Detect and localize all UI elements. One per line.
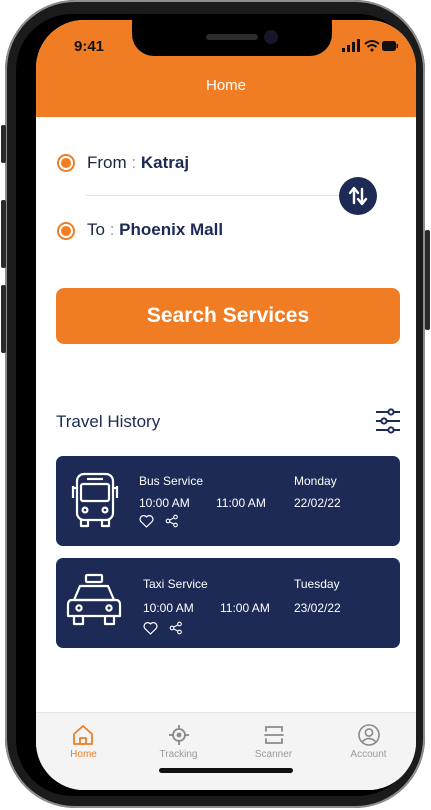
power-button	[425, 230, 430, 330]
volume-down-button	[1, 285, 6, 353]
from-label: From	[87, 153, 127, 172]
tab-tracking[interactable]: Tracking	[131, 713, 226, 771]
to-dot-icon	[57, 222, 75, 240]
from-field[interactable]: From : Katraj	[87, 153, 189, 173]
home-indicator[interactable]	[159, 768, 293, 773]
battery-icon	[382, 41, 398, 51]
wifi-icon	[364, 40, 380, 52]
tab-account[interactable]: Account	[321, 713, 416, 771]
taxi-icon	[66, 573, 122, 626]
bus-icon	[71, 472, 119, 528]
tab-scanner[interactable]: Scanner	[226, 713, 321, 771]
tab-account-label: Account	[350, 749, 387, 760]
card-date: 23/02/22	[294, 601, 341, 615]
page-title: Home	[205, 77, 246, 94]
card-day: Tuesday	[294, 577, 340, 591]
route-divider	[86, 195, 348, 196]
tracking-icon	[169, 725, 189, 745]
tab-home[interactable]: Home	[36, 713, 131, 771]
header-bar: 9:41 Home	[36, 20, 416, 117]
to-separator: :	[109, 220, 115, 239]
history-card-bus[interactable]: Bus Service Monday 10:00 AM 11:00 AM 22/…	[56, 456, 400, 546]
share-icon[interactable]	[169, 621, 183, 635]
card-service-name: Taxi Service	[143, 577, 208, 591]
scanner-icon	[264, 726, 284, 744]
to-field[interactable]: To : Phoenix Mall	[87, 220, 223, 240]
history-card-taxi[interactable]: Taxi Service Tuesday 10:00 AM 11:00 AM 2…	[56, 558, 400, 648]
to-label: To	[87, 220, 105, 239]
tab-home-label: Home	[70, 749, 97, 760]
speaker-grille	[206, 34, 258, 40]
tab-scanner-label: Scanner	[254, 749, 293, 760]
app-screen: 9:41 Home From : Katraj To: Phoenix Mal…	[36, 20, 416, 790]
card-depart-time: 10:00 AM	[139, 496, 190, 510]
status-icons	[342, 39, 398, 52]
card-arrive-time: 11:00 AM	[216, 496, 266, 510]
front-camera	[264, 30, 278, 44]
to-value: Phoenix Mall	[119, 220, 224, 239]
card-service-name: Bus Service	[139, 474, 204, 488]
volume-up-button	[1, 200, 6, 268]
mute-switch	[1, 125, 6, 163]
swap-arrows-icon	[348, 186, 368, 206]
from-value: Katraj	[140, 153, 190, 172]
card-date: 22/02/22	[294, 496, 341, 510]
status-time: 9:41	[74, 38, 105, 55]
bottom-tab-bar: Home Tracking Scanner Account	[36, 712, 416, 790]
heart-icon[interactable]	[143, 622, 158, 635]
filter-icon[interactable]	[374, 407, 402, 435]
heart-icon[interactable]	[139, 515, 154, 528]
from-dot-icon	[57, 154, 75, 172]
card-arrive-time: 11:00 AM	[220, 601, 270, 615]
tab-tracking-label: Tracking	[159, 749, 198, 760]
travel-history-title: Travel History	[56, 412, 161, 431]
card-day: Monday	[294, 474, 337, 488]
account-icon	[358, 724, 380, 746]
home-icon	[73, 725, 93, 745]
from-separator: :	[131, 153, 137, 172]
card-depart-time: 10:00 AM	[143, 601, 194, 615]
share-icon[interactable]	[165, 514, 179, 528]
swap-button[interactable]	[339, 177, 377, 215]
search-services-button[interactable]: Search Services	[56, 288, 400, 344]
signal-icon	[342, 39, 360, 52]
